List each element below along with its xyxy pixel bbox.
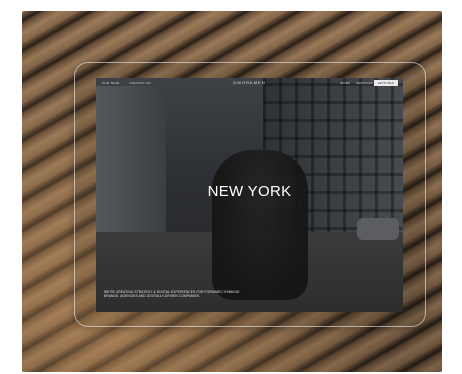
nav-right: WORK SERVICES (340, 81, 373, 85)
hero-title: NEW YORK (207, 183, 292, 200)
building-left (96, 86, 166, 246)
nav-link-work[interactable]: WORK (340, 81, 350, 85)
site-header: OUR TEAM CONTACT US DWORKMEN WORK SERVIC… (96, 78, 403, 88)
hero-caption: WE'RE CREATING STRATEGY & DIGITAL EXPERI… (104, 290, 240, 299)
parked-car (357, 218, 399, 240)
nav-link-our-team[interactable]: OUR TEAM (102, 81, 119, 85)
nav-left: OUR TEAM CONTACT US (102, 81, 151, 85)
motorcycle-rider (212, 150, 308, 300)
lets-talk-button[interactable]: LET'S TALK (373, 80, 398, 86)
nav-link-contact[interactable]: CONTACT US (129, 81, 150, 85)
website-screen: OUR TEAM CONTACT US DWORKMEN WORK SERVIC… (96, 78, 403, 312)
brand-logo[interactable]: DWORKMEN (233, 80, 265, 85)
nav-link-services[interactable]: SERVICES (356, 81, 373, 85)
